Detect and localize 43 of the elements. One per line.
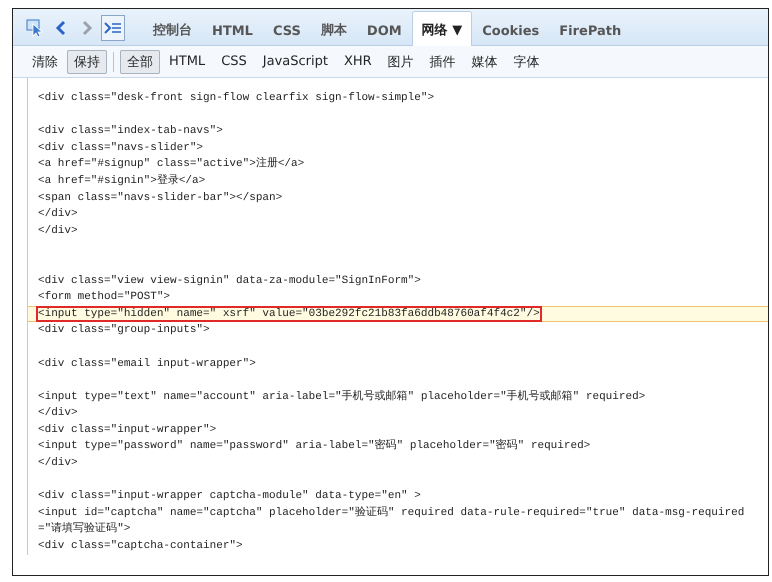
filter-button[interactable]: 媒体 [464, 50, 505, 74]
action-button[interactable]: 保持 [67, 50, 107, 74]
code-line: <input type="text" name="account" aria-label="手机号或邮箱" placeholder="手机号或邮箱" required> [38, 389, 646, 405]
code-line: </div> [38, 207, 79, 222]
panel-tab[interactable]: Cookies [472, 17, 550, 46]
code-line: <input id="captcha" name="captcha" placeholder="验证码" required data-rule-required="true" data-msg-required [38, 505, 746, 521]
code-line: <form method="POST"> [38, 290, 172, 306]
filter-button[interactable]: HTML [162, 51, 212, 72]
panel-tab[interactable]: CSS [262, 17, 311, 46]
inspect-cursor-icon [25, 18, 45, 38]
code-line: <input type="hidden" name=" xsrf" value="03be292fc21b83fa6ddb48760af4f4c2"/> [38, 308, 540, 320]
filter-button[interactable]: 全部 [120, 50, 160, 74]
code-line: <a href="#signin">登录</a> [38, 173, 206, 189]
code-line: <div class="index-tab-navs"> [38, 124, 224, 140]
code-line: <input type="password" name="password" aria-label="密码" placeholder="密码" required> [38, 438, 592, 454]
panel-tab[interactable]: HTML [202, 17, 263, 46]
filter-button[interactable]: 插件 [422, 50, 463, 74]
panel-tab[interactable]: 网络 ▼ [412, 11, 472, 46]
filter-button[interactable]: XHR [336, 51, 379, 72]
code-line: <div class="view view-signin" data-za-module="SignInForm"> [38, 274, 422, 289]
action-button[interactable]: 清除 [25, 50, 65, 74]
filter-button[interactable]: 字体 [506, 50, 547, 74]
code-line: </div> [38, 456, 79, 472]
filter-button[interactable]: JavaScript [256, 51, 335, 72]
code-line: <div class="navs-slider"> [38, 140, 204, 156]
filter-button[interactable]: CSS [214, 51, 254, 72]
panel-tab[interactable]: 控制台 [143, 14, 202, 46]
code-line: <div class="email input-wrapper"> [38, 356, 257, 372]
panel-tab[interactable]: DOM [356, 17, 412, 46]
code-line: <a href="#signup" class="active">注册</a> [38, 156, 306, 172]
code-line: </div> [38, 224, 79, 239]
code-line: <div class="desk-front sign-flow clearfix sign-flow-simple"> [38, 91, 436, 106]
code-line: <span class="navs-slider-bar"></span> [38, 190, 284, 206]
code-line: ="请填写验证码"> [38, 521, 132, 538]
panel-tab[interactable]: 脚本 [310, 14, 357, 46]
panel-tab[interactable]: FirePath [549, 17, 632, 46]
code-line: <div class="captcha-container"> [38, 539, 244, 554]
code-line: </div> [38, 406, 79, 422]
code-line: <div class="input-wrapper captcha-module" data-type="en" > [38, 489, 422, 504]
code-line: <div class="group-inputs"> [38, 323, 211, 338]
code-line: <div class="input-wrapper"> [38, 422, 218, 438]
command-line-button[interactable] [101, 15, 125, 41]
filter-button[interactable]: 图片 [380, 50, 421, 74]
